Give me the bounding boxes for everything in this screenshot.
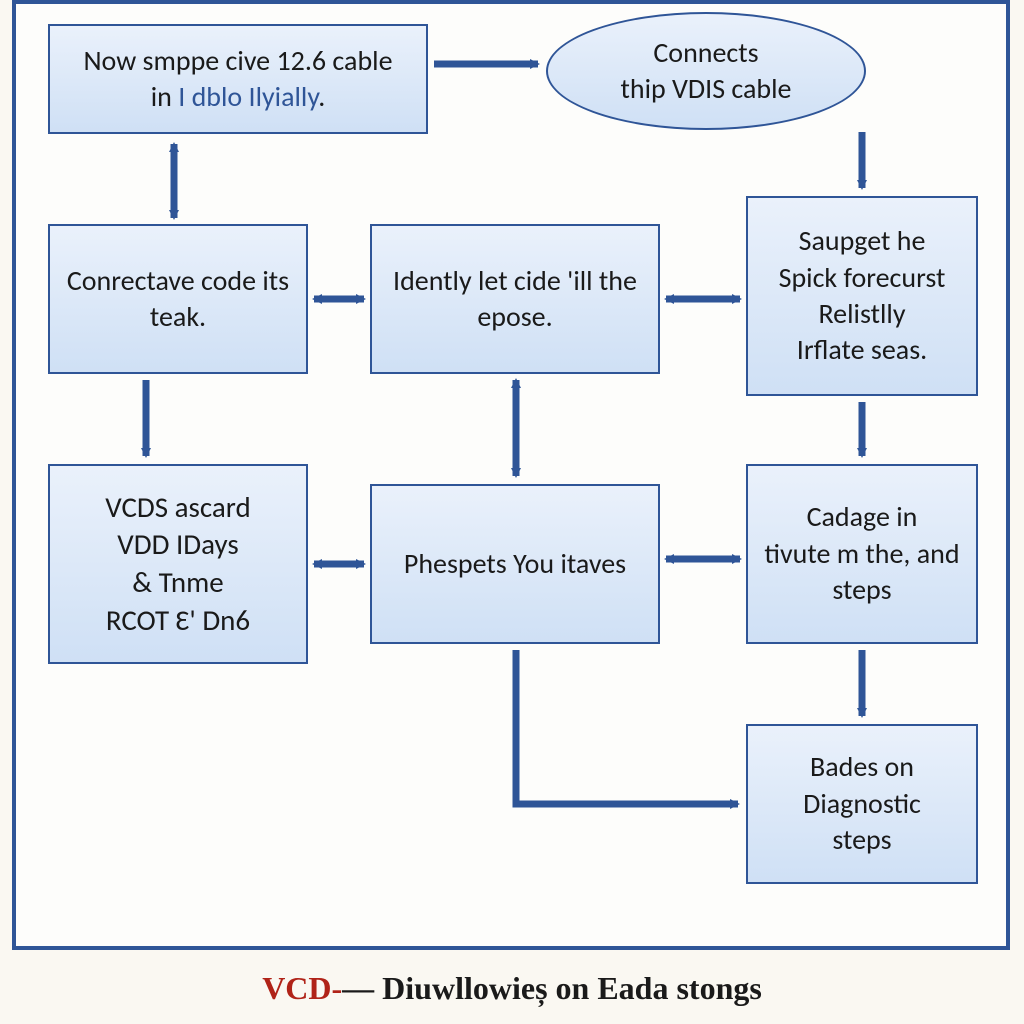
node-text-accent: I dblo Ilyially [178, 79, 318, 114]
node-low-right: Cadage in tivute m the, and steps [746, 464, 978, 644]
node-text: Bades on [810, 749, 914, 784]
node-text: Cadage in [807, 499, 918, 534]
node-text: Conrectave code its teak. [64, 263, 292, 336]
node-text: . [318, 79, 325, 114]
node-text: Spick forecurst [779, 260, 946, 295]
node-low-left: VCDS ascard VDD IDays & Tnme RCOT Ɛ' Dn6 [48, 464, 308, 664]
diagram-frame: Now smppe cive 12.6 cable in I dblo Ilyi… [12, 0, 1010, 950]
node-mid-left: Conrectave code its teak. [48, 224, 308, 374]
node-text: VDD IDays [117, 526, 238, 562]
node-text: steps [832, 572, 891, 607]
node-text: thip VDIS cable [620, 71, 791, 106]
node-text: steps [832, 822, 891, 857]
node-top-left: Now smppe cive 12.6 cable in I dblo Ilyi… [48, 24, 428, 134]
node-mid-right: Saupget he Spick forecurst Relistlly Irf… [746, 196, 978, 396]
node-text: Relistlly [818, 296, 905, 331]
node-mid-center: Idently let cide 'ill the epose. [370, 224, 660, 374]
node-text: & Tnme [132, 564, 224, 600]
footer-rest: — Diuwllowieș on Eada stongs [342, 970, 762, 1006]
footer-red: VCD- [262, 970, 342, 1006]
node-text: in [151, 79, 178, 114]
node-text: Connects [653, 35, 758, 70]
node-top-ellipse: Connects thip VDIS cable [546, 12, 866, 130]
node-text: VCDS ascard [105, 489, 250, 525]
node-text: Saupget he [799, 223, 926, 258]
node-text: Diagnostic [803, 786, 921, 821]
node-text: tivute m the, and [764, 536, 959, 571]
node-low-center: Phespets You itaves [370, 484, 660, 644]
node-bottom-right: Bades on Diagnostic steps [746, 724, 978, 884]
node-text: Phespets You itaves [404, 546, 626, 582]
node-text: Now smppe cive 12.6 cable [83, 43, 392, 78]
node-text: Idently let cide 'ill the epose. [386, 263, 644, 336]
footer-caption: VCD-— Diuwllowieș on Eada stongs [0, 970, 1024, 1007]
node-text: RCOT Ɛ' Dn6 [106, 602, 250, 638]
node-text: Irflate seas. [797, 332, 927, 367]
